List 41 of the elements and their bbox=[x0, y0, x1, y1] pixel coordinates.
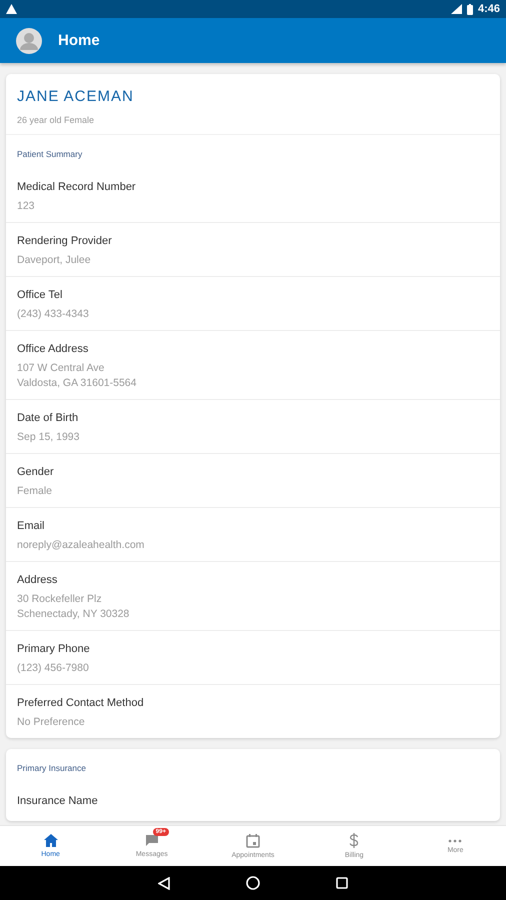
page-title: Home bbox=[58, 32, 100, 49]
patient-subtitle: 26 year old Female bbox=[17, 115, 96, 125]
field-value: Daveport, Julee bbox=[17, 254, 92, 266]
field-label: Gender bbox=[17, 466, 55, 478]
section-heading: Patient Summary bbox=[16, 148, 84, 161]
field-value: Schenectady, NY 30328 bbox=[17, 608, 130, 620]
field-label: Office Tel bbox=[17, 289, 64, 301]
field-label: Rendering Provider bbox=[17, 235, 113, 247]
back-icon[interactable] bbox=[158, 876, 170, 890]
field-value: noreply@azaleahealth.com bbox=[17, 539, 146, 551]
field-value: 30 Rockefeller Plz bbox=[17, 593, 103, 605]
field-label: Address bbox=[17, 574, 58, 586]
battery-icon bbox=[466, 4, 473, 14]
field-label: Office Address bbox=[17, 343, 90, 355]
recents-icon[interactable] bbox=[336, 877, 348, 889]
avatar-icon[interactable] bbox=[16, 28, 42, 54]
field-label: Email bbox=[17, 520, 46, 532]
more-icon bbox=[448, 838, 462, 842]
field-value: (123) 456-7980 bbox=[17, 662, 90, 674]
field-label: Date of Birth bbox=[17, 412, 80, 424]
dollar-icon bbox=[349, 833, 360, 848]
status-time: 4:46 bbox=[478, 3, 500, 15]
field-value: 107 W Central Ave bbox=[17, 362, 106, 374]
field-value: (243) 433-4343 bbox=[17, 308, 90, 320]
section-heading: Primary Insurance bbox=[16, 762, 87, 775]
calendar-icon bbox=[246, 834, 260, 848]
field-value: Sep 15, 1993 bbox=[17, 431, 80, 443]
warning-icon bbox=[6, 4, 17, 14]
patient-name: JANE ACEMAN bbox=[17, 88, 135, 105]
field-label: Preferred Contact Method bbox=[17, 697, 145, 709]
field-value: Valdosta, GA 31601-5564 bbox=[17, 377, 138, 389]
field-label: Primary Phone bbox=[17, 643, 91, 655]
signal-icon bbox=[450, 4, 462, 14]
field-value: No Preference bbox=[17, 716, 86, 728]
home-circle-icon[interactable] bbox=[246, 876, 260, 890]
field-label: Medical Record Number bbox=[17, 181, 137, 193]
field-value: Female bbox=[17, 485, 54, 497]
field-value: 123 bbox=[17, 200, 36, 212]
field-label: Insurance Name bbox=[17, 795, 99, 807]
home-icon bbox=[44, 834, 58, 847]
chat-bubble-icon bbox=[144, 834, 159, 847]
